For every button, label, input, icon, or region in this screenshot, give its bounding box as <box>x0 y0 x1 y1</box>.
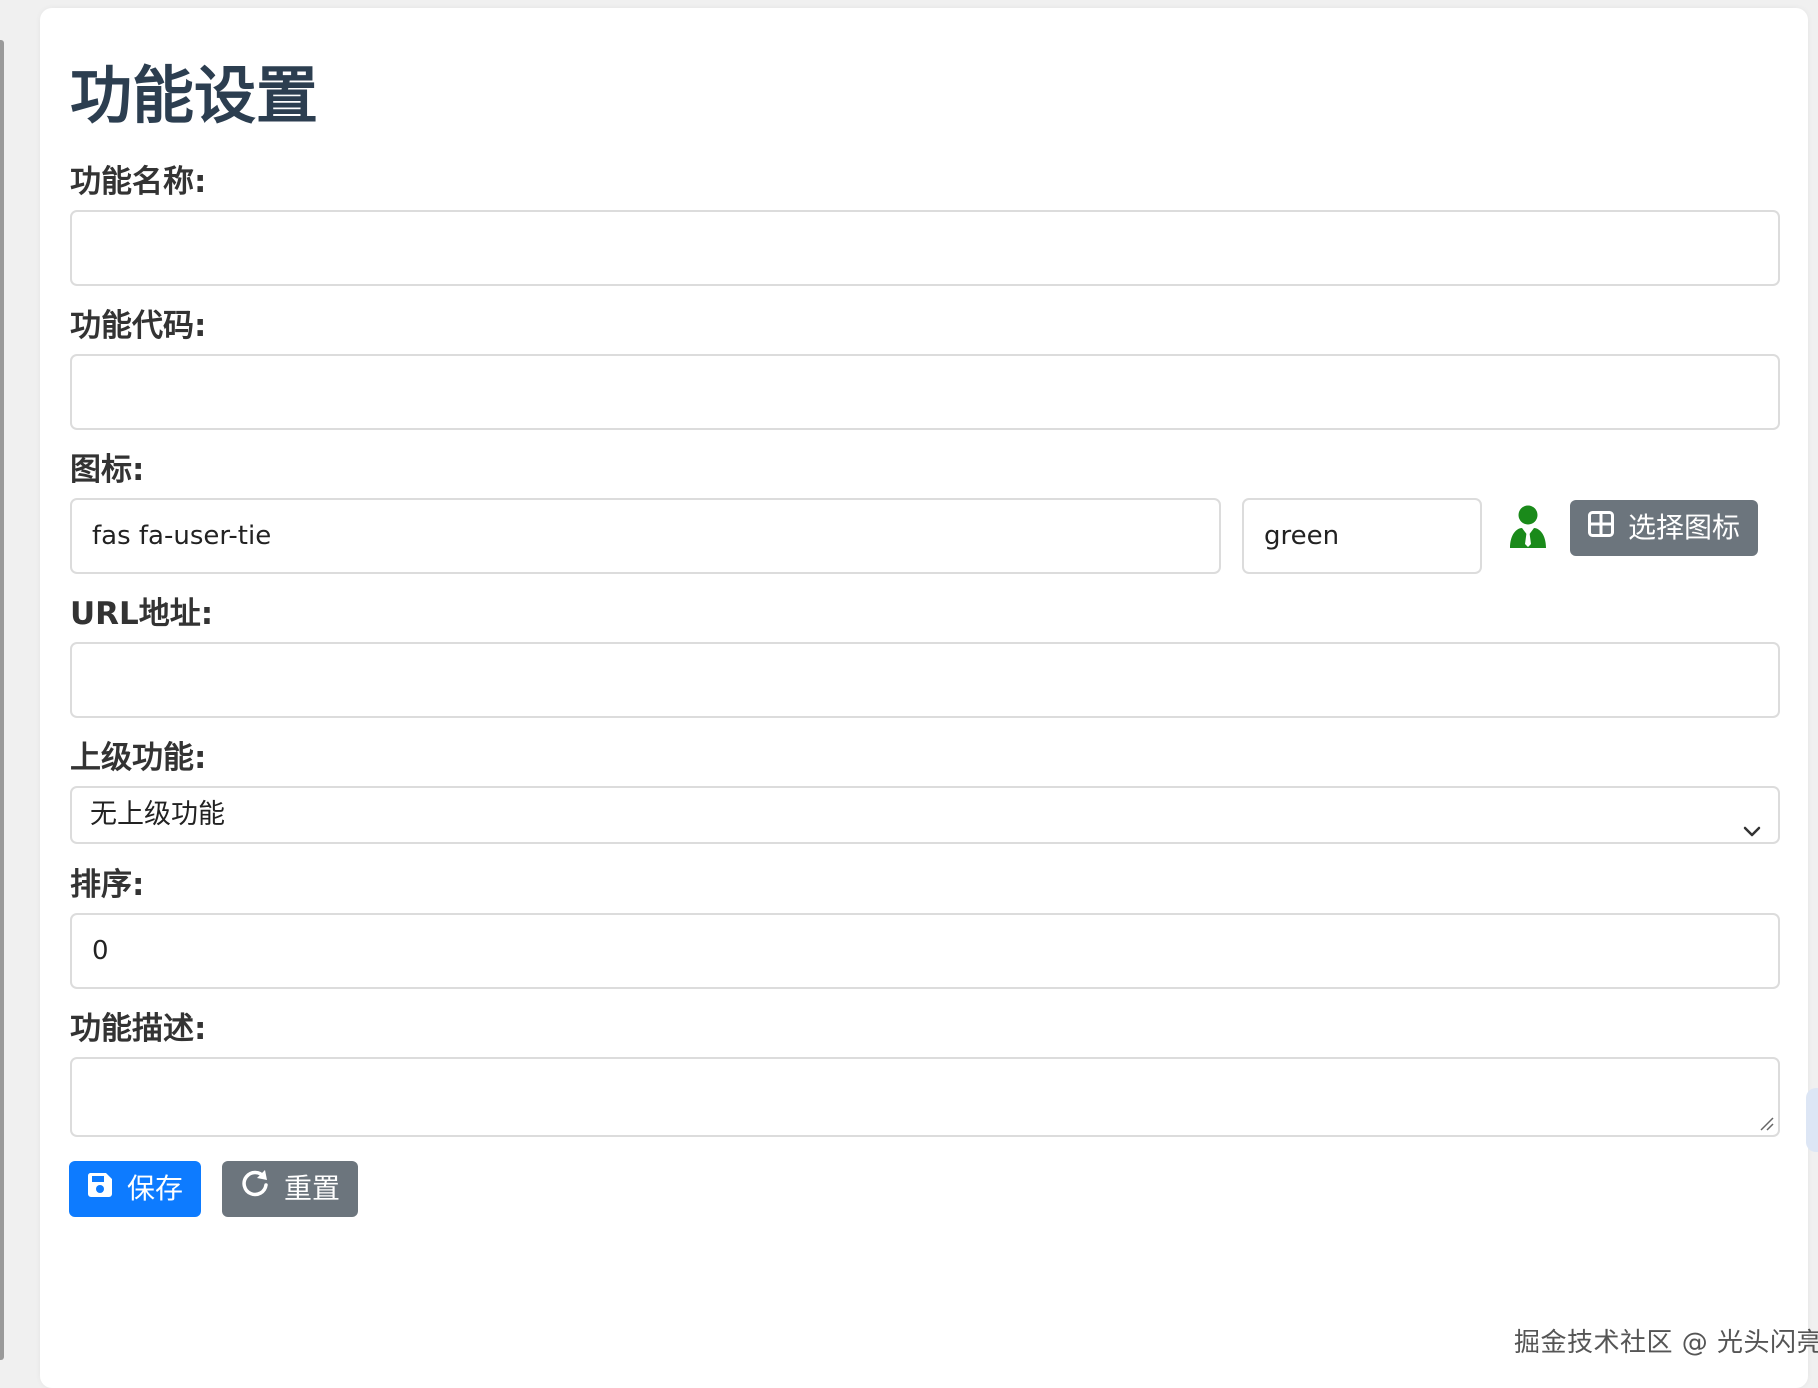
save-button[interactable]: 保存 <box>69 1161 202 1217</box>
page-title: 功能设置 <box>70 59 319 132</box>
user-tie-icon <box>1508 504 1548 548</box>
desc-textarea[interactable] <box>70 1057 1780 1137</box>
parent-label: 上级功能: <box>70 740 207 776</box>
desc-label: 功能描述: <box>70 1011 207 1047</box>
reset-label: 重置 <box>284 1172 341 1205</box>
save-label: 保存 <box>127 1172 184 1205</box>
grid-icon <box>1588 500 1614 556</box>
icon-label: 图标: <box>70 452 145 488</box>
resize-handle-icon[interactable] <box>1758 1115 1774 1131</box>
rotate-icon <box>240 1161 270 1217</box>
url-input[interactable] <box>70 642 1780 718</box>
code-input[interactable] <box>70 354 1780 430</box>
floating-widget-edge[interactable] <box>1806 1088 1818 1152</box>
sort-input[interactable]: 0 <box>70 913 1780 989</box>
icon-class-input[interactable]: fas fa-user-tie <box>70 498 1221 574</box>
code-label: 功能代码: <box>70 308 207 344</box>
settings-card: 功能设置 功能名称: 功能代码: 图标: fas fa-user-tie gre… <box>40 8 1818 1388</box>
url-label: URL地址: <box>70 596 214 632</box>
choose-icon-label: 选择图标 <box>1628 511 1741 544</box>
watermark: 掘金技术社区 @ 光头闪亮亮 <box>1514 1328 1818 1358</box>
parent-selected-value: 无上级功能 <box>90 799 225 830</box>
floppy-disk-icon <box>87 1161 113 1217</box>
reset-button[interactable]: 重置 <box>222 1161 359 1217</box>
parent-select[interactable]: 无上级功能 <box>70 786 1780 844</box>
choose-icon-button[interactable]: 选择图标 <box>1570 500 1759 556</box>
name-input[interactable] <box>70 210 1780 286</box>
name-label: 功能名称: <box>70 164 207 200</box>
sort-label: 排序: <box>70 867 145 903</box>
chevron-down-icon <box>1742 806 1762 837</box>
icon-color-input[interactable]: green <box>1242 498 1482 574</box>
left-panel-edge <box>0 40 4 1360</box>
